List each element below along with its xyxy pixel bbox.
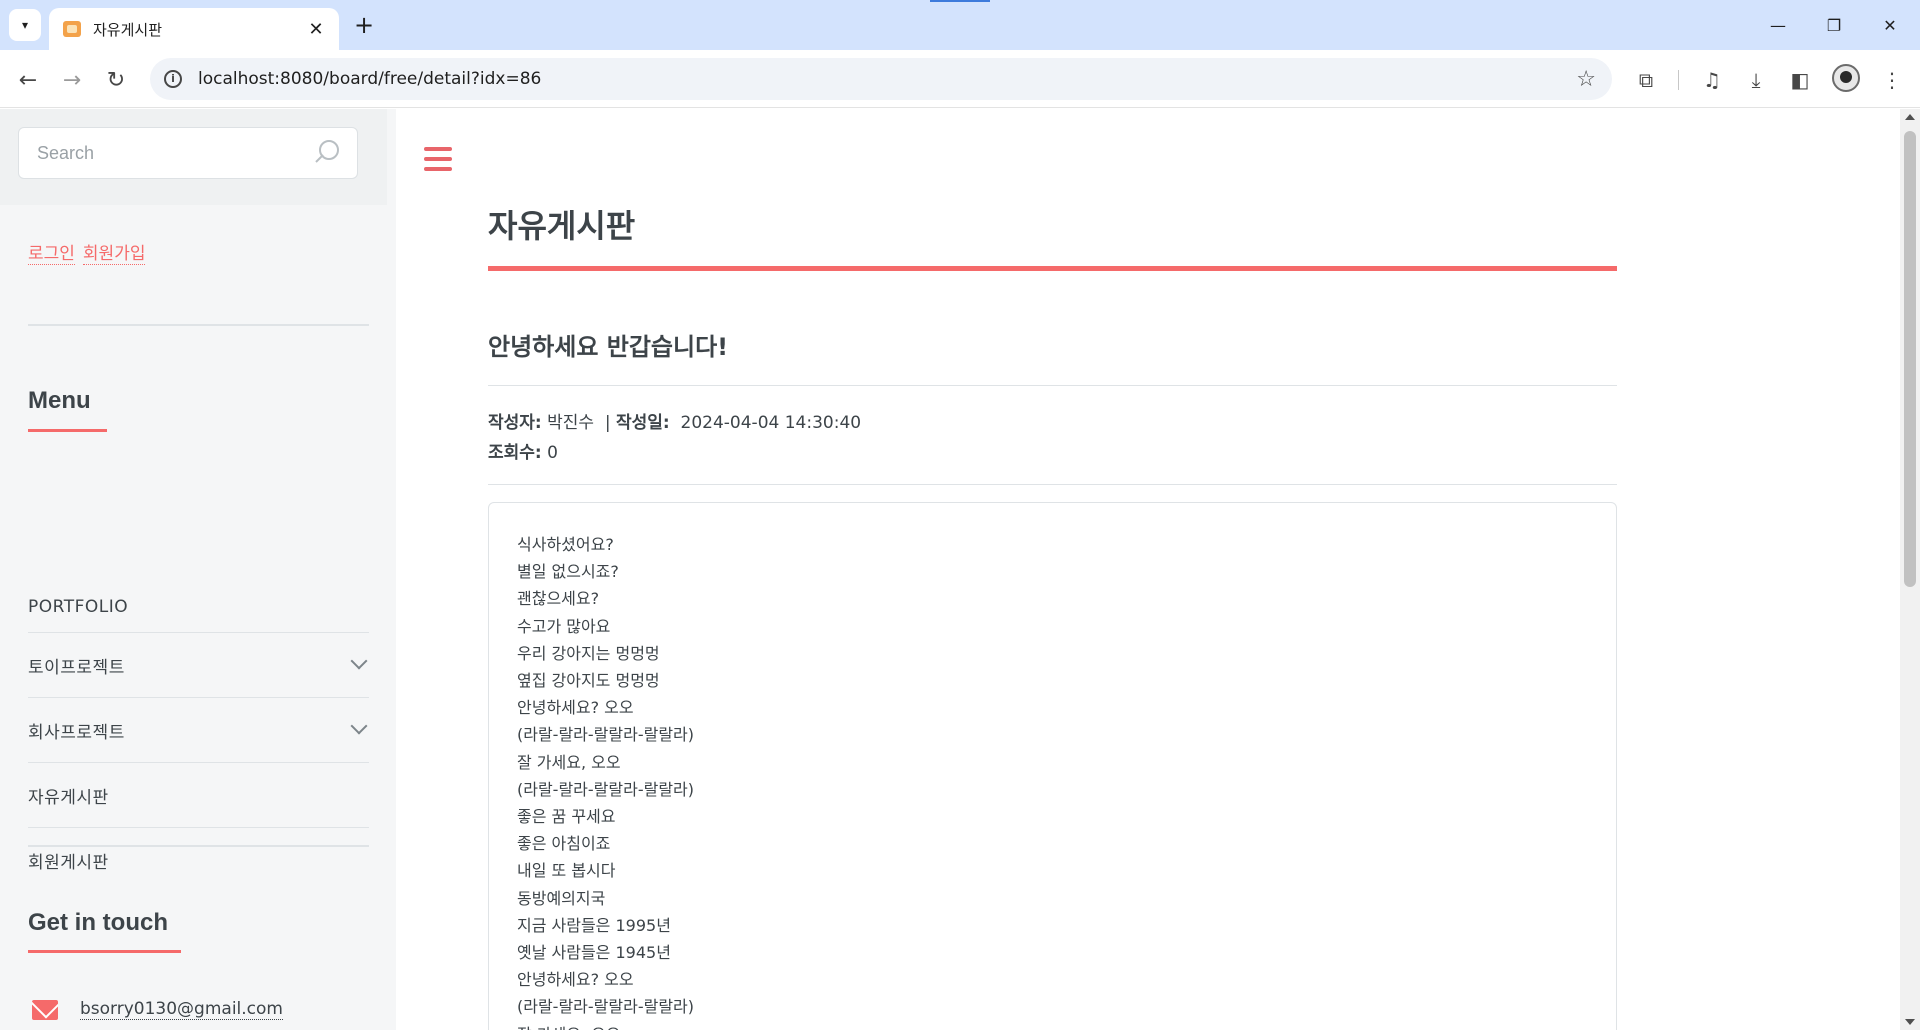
content-line: (라랄-랄라-랄랄라-랄랄라) (517, 725, 695, 745)
meta-divider (488, 484, 1617, 485)
content-line: 동방예의지국 (517, 888, 606, 908)
download-icon[interactable]: ⤓ (1740, 64, 1772, 96)
menu-heading: Menu (28, 387, 91, 414)
scroll-down-icon[interactable] (1905, 1019, 1915, 1025)
content-line: (라랄-랄라-랄랄라-랄랄라) (517, 779, 695, 799)
bookmark-star-icon[interactable]: ☆ (1576, 67, 1596, 92)
minimize-icon[interactable]: — (1758, 10, 1798, 40)
post-date: 2024-04-04 14:30:40 (680, 413, 862, 433)
page-title: 자유게시판 (488, 207, 636, 245)
scrollbar-thumb[interactable] (1904, 131, 1916, 587)
auth-links: 로그인 회원가입 (28, 239, 146, 265)
envelope-icon (32, 999, 58, 1020)
login-link[interactable]: 로그인 (28, 239, 75, 265)
content-line: 잘 가세요, 오오 (517, 752, 621, 772)
sidebar: 로그인 회원가입 Menu PORTFOLIO 토이프로젝트 회사프로젝트 자유… (0, 109, 396, 1030)
view-count: 0 (547, 443, 558, 463)
extensions-icon[interactable]: ⧉ (1630, 64, 1662, 96)
search-icon[interactable] (313, 140, 339, 166)
side-panel-icon[interactable]: ◧ (1784, 64, 1816, 96)
forward-arrow-icon[interactable]: → (56, 64, 88, 96)
post-meta-line: 작성자: 박진수 | 작성일: 2024-04-04 14:30:40 (488, 408, 861, 433)
content-line: 옛날 사람들은 1945년 (517, 943, 671, 963)
contact-heading: Get in touch (28, 909, 168, 936)
scroll-up-icon[interactable] (1905, 114, 1915, 120)
author-name: 박진수 (547, 413, 595, 433)
profile-avatar[interactable] (1832, 64, 1860, 92)
content-line: 식사하셨어요? (517, 535, 614, 554)
content-line: 안녕하세요? 오오 (517, 970, 634, 990)
contact-email: bsorry0130@gmail.com (32, 999, 283, 1020)
browser-tabbar: ▾ 자유게시판 ✕ + — ❐ ✕ (0, 0, 1920, 50)
page-viewport: 로그인 회원가입 Menu PORTFOLIO 토이프로젝트 회사프로젝트 자유… (0, 109, 1920, 1030)
sidebar-item-label: 회원게시판 (28, 853, 109, 873)
content-line: 수고가 많아요 (517, 616, 611, 636)
sidebar-item-free-board[interactable]: 자유게시판 (28, 763, 369, 828)
site-info-icon[interactable]: i (164, 70, 182, 88)
new-tab-button[interactable]: + (350, 12, 378, 40)
meta-separator: | (604, 413, 611, 433)
window-close-icon[interactable]: ✕ (1870, 10, 1910, 40)
sidebar-item-label: 자유게시판 (28, 787, 109, 808)
sidebar-item-label: 토이프로젝트 (28, 657, 125, 678)
post-title-divider (488, 385, 1617, 386)
tab-accent-line (930, 0, 990, 2)
tab-search-button[interactable]: ▾ (9, 9, 41, 41)
content-line: 지금 사람들은 1995년 (517, 915, 671, 935)
sidebar-item-label: PORTFOLIO (28, 597, 129, 617)
browser-tab-active[interactable]: 자유게시판 ✕ (49, 8, 339, 50)
email-link[interactable]: bsorry0130@gmail.com (80, 999, 283, 1020)
menu-heading-underline (28, 429, 107, 432)
sidebar-item-company-project[interactable]: 회사프로젝트 (28, 698, 369, 763)
content-line: 안녕하세요? 오오 (517, 698, 634, 718)
url-text[interactable]: localhost:8080/board/free/detail?idx=86 (198, 69, 1576, 89)
signup-link[interactable]: 회원가입 (82, 239, 146, 265)
page-scrollbar[interactable] (1900, 109, 1920, 1030)
post-title: 안녕하세요 반갑습니다! (488, 333, 729, 361)
sidebar-item-toy-project[interactable]: 토이프로젝트 (28, 633, 369, 698)
chevron-down-icon[interactable] (350, 652, 368, 670)
sidebar-item-portfolio[interactable]: PORTFOLIO (28, 575, 369, 633)
address-bar[interactable]: i localhost:8080/board/free/detail?idx=8… (150, 58, 1612, 100)
content-line: 잘 가세요, 오오 (517, 1021, 1588, 1030)
content-line: 옆집 강아지도 멍멍멍 (517, 671, 660, 691)
search-input[interactable] (37, 142, 313, 164)
restore-icon[interactable]: ❐ (1814, 10, 1854, 40)
tab-title: 자유게시판 (93, 20, 163, 39)
favicon-icon (63, 21, 81, 37)
author-label: 작성자: (488, 413, 542, 433)
content-line: 별일 없으시죠? (517, 562, 619, 582)
chevron-down-icon[interactable] (350, 717, 368, 735)
browser-toolbar: ← → ↻ i localhost:8080/board/free/detail… (0, 50, 1920, 108)
post-views-line: 조회수: 0 (488, 438, 558, 463)
sidebar-divider (28, 845, 369, 847)
content-line: (라랄-랄라-랄랄라-랄랄라) (517, 997, 695, 1017)
sidebar-item-label: 회사프로젝트 (28, 722, 125, 743)
main-content: 자유게시판 안녕하세요 반갑습니다! 작성자: 박진수 | 작성일: 2024-… (396, 109, 1900, 1030)
close-icon[interactable]: ✕ (305, 19, 327, 40)
back-arrow-icon[interactable]: ← (12, 64, 44, 96)
toolbar-separator (1678, 70, 1679, 90)
search-box (18, 127, 358, 179)
sidebar-item-member-board[interactable]: 회원게시판 (28, 828, 369, 893)
media-control-icon[interactable]: ♫ (1696, 64, 1728, 96)
chevron-down-icon: ▾ (21, 18, 29, 32)
post-content-box: 식사하셨어요? 별일 없으시죠? 괜찮으세요? 수고가 많아요 우리 강아지는 … (488, 502, 1617, 1030)
more-menu-icon[interactable]: ⋮ (1876, 64, 1908, 96)
content-line: 내일 또 봅시다 (517, 861, 616, 881)
views-label: 조회수: (488, 443, 542, 463)
hamburger-menu-icon[interactable] (424, 147, 452, 171)
content-line: 우리 강아지는 멍멍멍 (517, 643, 660, 663)
sidebar-divider (28, 324, 369, 326)
reload-icon[interactable]: ↻ (100, 64, 132, 96)
page-title-underline (488, 266, 1617, 271)
content-line: 괜찮으세요? (517, 589, 600, 609)
content-line: 좋은 꿈 꾸세요 (517, 807, 616, 827)
contact-heading-underline (28, 950, 181, 953)
content-line: 좋은 아침이죠 (517, 834, 611, 854)
date-label: 작성일: (616, 413, 670, 433)
sidebar-search-area (0, 109, 387, 205)
